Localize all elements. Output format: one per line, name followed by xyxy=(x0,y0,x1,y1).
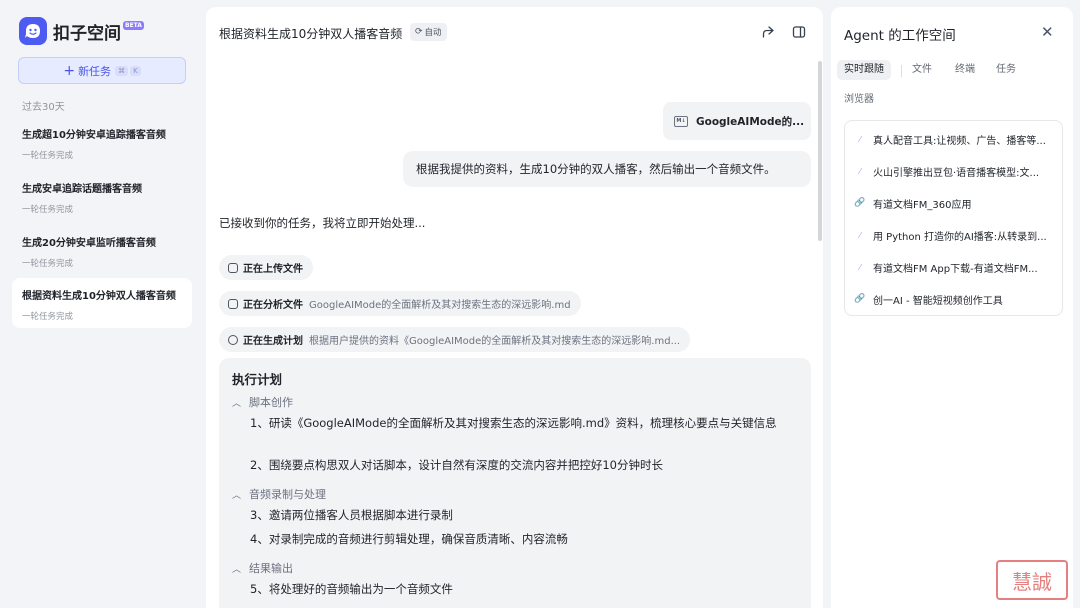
close-icon[interactable]: ✕ xyxy=(1041,23,1054,41)
step-label: 正在上传文件 xyxy=(243,264,303,275)
history-item-status: 一轮任务完成 xyxy=(22,259,74,269)
plan-title: 执行计划 xyxy=(232,372,283,387)
dot-icon: ⁄ xyxy=(859,230,861,240)
step-label: 正在分析文件 xyxy=(243,300,303,311)
history-item-active[interactable]: 根据资料生成10分钟双人播客音频 一轮任务完成 xyxy=(12,278,192,328)
assistant-ack: 已接收到你的任务，我将立即开始处理... xyxy=(219,216,426,230)
auto-mode-icon: ⟳ xyxy=(415,27,423,37)
attachment-card[interactable]: M↓ GoogleAIMode的... xyxy=(663,102,811,140)
user-message: 根据我提供的资料，生成10分钟的双人播客，然后输出一个音频文件。 xyxy=(403,151,811,187)
auto-mode-label: 自动 xyxy=(424,28,442,38)
live-links-list: ⁄ 真人配音工具:让视频、广告、播客等... ⁄ 火山引擎推出豆包·语音播客模型… xyxy=(844,120,1063,316)
history-item-status: 一轮任务完成 xyxy=(22,151,74,161)
tab-files[interactable]: 文件 xyxy=(912,60,932,80)
history-item-title: 生成超10分钟安卓追踪播客音频 xyxy=(22,130,166,141)
new-task-button[interactable]: + 新任务 ⌘ K xyxy=(18,57,186,84)
share-button[interactable] xyxy=(759,23,777,41)
toggle-panel-button[interactable] xyxy=(790,23,808,41)
link-text: 有道文档FM_360应用 xyxy=(873,199,972,211)
history-item[interactable]: 生成安卓追踪话题播客音频 一轮任务完成 xyxy=(12,171,192,221)
history-item[interactable]: 生成超10分钟安卓追踪播客音频 一轮任务完成 xyxy=(12,117,192,167)
dot-icon: ⁄ xyxy=(859,262,861,272)
auto-mode-badge[interactable]: ⟳ 自动 xyxy=(410,23,447,41)
history-item[interactable]: 生成20分钟安卓监听播客音频 一轮任务完成 xyxy=(12,225,192,275)
plus-icon: + xyxy=(63,62,76,79)
chat-panel: 根据资料生成10分钟双人播客音频 ⟳ 自动 M↓ GoogleAIMode的..… xyxy=(206,7,823,608)
history-item-status: 一轮任务完成 xyxy=(22,312,74,322)
sidebar: 扣子空间 BETA + 新任务 ⌘ K 过去30天 生成超10分钟安卓追踪播客音… xyxy=(0,0,204,608)
list-item[interactable]: ⁄ 用 Python 打造你的AI播客:从转录到... xyxy=(845,219,1062,251)
share-icon xyxy=(762,26,774,38)
list-item[interactable]: ⁄ 真人配音工具:让视频、广告、播客等... xyxy=(845,123,1062,155)
dot-icon: ⁄ xyxy=(859,134,861,144)
tab-divider xyxy=(901,65,902,77)
plan-section-script[interactable]: ︿ 脚本创作 xyxy=(232,394,293,410)
plan-item: 4、对录制完成的音频进行剪辑处理，确保音质清晰、内容流畅 xyxy=(250,532,568,546)
history-item-title: 生成20分钟安卓监听播客音频 xyxy=(22,238,156,249)
link-text: 火山引擎推出豆包·语音播客模型:文... xyxy=(873,167,1040,179)
history-item-title: 根据资料生成10分钟双人播客音频 xyxy=(22,291,176,302)
list-item[interactable]: 🔗 有道文档FM_360应用 xyxy=(845,187,1062,219)
dot-icon: ⁄ xyxy=(859,166,861,176)
attachment-name: GoogleAIMode的... xyxy=(696,115,805,128)
plan-check-icon xyxy=(228,334,238,345)
step-detail: GoogleAIMode的全面解析及其对搜索生态的深远影响.md xyxy=(309,300,571,311)
plan-section-audio[interactable]: ︿ 音频录制与处理 xyxy=(232,486,326,502)
shortcut-key-cmd: ⌘ xyxy=(115,65,129,76)
analyze-file-icon xyxy=(228,298,238,309)
brand[interactable]: 扣子空间 BETA xyxy=(19,17,144,45)
shortcut-key-k: K xyxy=(130,65,141,76)
plan-item: 1、研读《GoogleAIMode的全面解析及其对搜索生态的深远影响.md》资料… xyxy=(250,416,777,430)
link-text: 有道文档FM App下载-有道文档FM... xyxy=(873,263,1038,275)
list-item[interactable]: 🔗 创一AI - 智能短视频创作工具 xyxy=(845,283,1062,315)
markdown-file-icon: M↓ xyxy=(674,115,688,127)
plan-section-name: 结果输出 xyxy=(249,562,294,575)
watermark-seal: 慧誠 xyxy=(996,560,1068,600)
sidebar-toggle-icon xyxy=(792,26,806,38)
link-icon: 🔗 xyxy=(854,198,866,208)
step-detail: 根据用户提供的资料《GoogleAIMode的全面解析及其对搜索生态的深远影响.… xyxy=(309,336,681,347)
history-item-title: 生成安卓追踪话题播客音频 xyxy=(22,184,142,195)
tab-live-follow[interactable]: 实时跟随 xyxy=(837,60,891,80)
step-label: 正在生成计划 xyxy=(243,336,303,347)
history-item-status: 一轮任务完成 xyxy=(22,205,74,215)
tab-tasks[interactable]: 任务 xyxy=(996,60,1016,80)
step-plan[interactable]: 正在生成计划 根据用户提供的资料《GoogleAIMode的全面解析及其对搜索生… xyxy=(219,327,691,352)
panel-title: Agent 的工作空间 xyxy=(844,28,956,44)
plan-item: 3、邀请两位播客人员根据脚本进行录制 xyxy=(250,508,453,522)
task-title: 根据资料生成10分钟双人播客音频 xyxy=(219,27,403,41)
link-icon: 🔗 xyxy=(854,294,866,304)
tab-terminal[interactable]: 终端 xyxy=(955,60,975,80)
chevron-up-icon: ︿ xyxy=(232,398,242,409)
plan-item: 5、将处理好的音频输出为一个音频文件 xyxy=(250,582,453,596)
plan-item: 2、围绕要点构思双人对话脚本，设计自然有深度的交流内容并把控好10分钟时长 xyxy=(250,458,663,472)
beta-badge: BETA xyxy=(123,20,144,30)
chevron-up-icon: ︿ xyxy=(232,564,242,575)
scrollbar[interactable] xyxy=(818,61,822,241)
new-task-label: 新任务 xyxy=(78,64,112,78)
plan-section-output[interactable]: ︿ 结果输出 xyxy=(232,560,293,576)
brand-logo-icon xyxy=(19,17,47,45)
chevron-up-icon: ︿ xyxy=(232,490,242,501)
link-text: 用 Python 打造你的AI播客:从转录到... xyxy=(873,231,1047,243)
upload-file-icon xyxy=(228,262,238,273)
plan-section-name: 脚本创作 xyxy=(249,396,294,409)
link-text: 真人配音工具:让视频、广告、播客等... xyxy=(873,135,1046,147)
execution-plan: 执行计划 ︿ 脚本创作 1、研读《GoogleAIMode的全面解析及其对搜索生… xyxy=(219,358,811,608)
plan-section-name: 音频录制与处理 xyxy=(249,488,327,501)
tab-browser[interactable]: 浏览器 xyxy=(844,90,874,110)
brand-name: 扣子空间 xyxy=(53,23,121,44)
step-analyze[interactable]: 正在分析文件 GoogleAIMode的全面解析及其对搜索生态的深远影响.md xyxy=(219,291,581,316)
list-item[interactable]: ⁄ 有道文档FM App下载-有道文档FM... xyxy=(845,251,1062,283)
history-section-label: 过去30天 xyxy=(22,102,65,113)
link-text: 创一AI - 智能短视频创作工具 xyxy=(873,295,1003,307)
agent-workspace-panel: Agent 的工作空间 ✕ 实时跟随 文件 终端 任务 浏览器 ⁄ 真人配音工具… xyxy=(831,7,1073,608)
step-upload[interactable]: 正在上传文件 xyxy=(219,255,313,280)
list-item[interactable]: ⁄ 火山引擎推出豆包·语音播客模型:文... xyxy=(845,155,1062,187)
